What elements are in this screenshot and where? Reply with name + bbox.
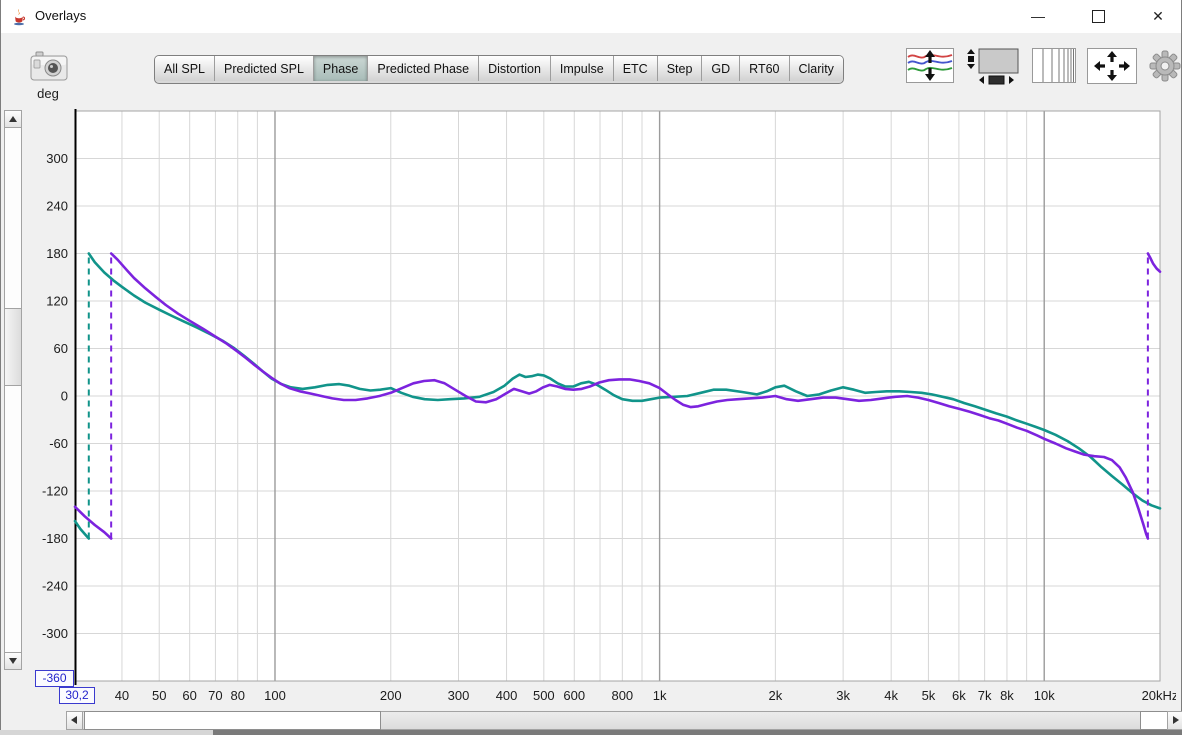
scroll-left-button[interactable] [66,711,83,730]
y-tick-label: 240 [46,199,68,214]
x-axis-min-limit[interactable]: 30,2 [59,687,95,704]
y-tick-label: 0 [61,389,68,404]
y-tick-label: -240 [42,579,68,594]
y-tick-label: 60 [54,341,68,356]
phase-plot[interactable]: 300240180120600-60-120-180-240-300405060… [26,100,1176,710]
y-tick-label: 120 [46,294,68,309]
title-bar: Overlays — ✕ [1,0,1181,33]
vertical-scrollbar-thumb[interactable] [4,308,22,386]
horizontal-scrollbar-thumb[interactable] [84,711,381,730]
tab-rt60[interactable]: RT60 [739,56,788,81]
x-tick-label: 80 [230,688,244,703]
down-arrow-icon [9,658,17,664]
vertical-scrollbar[interactable] [4,110,22,670]
window-bottom-edge [0,730,213,735]
window-title: Overlays [35,8,86,23]
scroll-right-button[interactable] [1167,711,1182,730]
tab-etc[interactable]: ETC [613,56,657,81]
x-tick-label: 4k [884,688,898,703]
scroll-down-button[interactable] [4,652,22,670]
tab-gd[interactable]: GD [701,56,739,81]
x-tick-label: 50 [152,688,166,703]
traces-align-icon[interactable] [906,48,954,88]
maximize-button[interactable] [1075,0,1121,32]
java-app-icon [10,8,28,26]
y-axis-unit-label: deg [30,86,66,101]
x-tick-label: 20kHz [1142,688,1176,703]
y-tick-label: -180 [42,531,68,546]
scroll-up-button[interactable] [4,110,22,128]
horizontal-scrollbar[interactable] [66,711,1182,730]
graph-controls [896,46,1182,90]
x-tick-label: 600 [563,688,585,703]
x-tick-label: 8k [1000,688,1014,703]
capture-graph-button[interactable] [28,50,70,84]
tab-phase[interactable]: Phase [313,56,367,81]
y-tick-label: -120 [42,484,68,499]
x-tick-label: 200 [380,688,402,703]
x-tick-label: 7k [978,688,992,703]
x-tick-label: 10k [1034,688,1055,703]
tab-predicted-phase[interactable]: Predicted Phase [367,56,478,81]
left-arrow-icon [71,716,77,724]
fit-to-data-icon[interactable] [1087,48,1137,89]
y-tick-label: -300 [42,626,68,641]
x-tick-label: 100 [264,688,286,703]
tab-step[interactable]: Step [657,56,702,81]
y-tick-label: 300 [46,151,68,166]
maximize-icon [1092,10,1105,23]
y-tick-label: 180 [46,246,68,261]
x-tick-label: 3k [836,688,850,703]
tab-all-spl[interactable]: All SPL [155,56,214,81]
tab-predicted-spl[interactable]: Predicted SPL [214,56,313,81]
x-tick-label: 2k [769,688,783,703]
tab-clarity[interactable]: Clarity [789,56,843,81]
settings-gear-icon[interactable] [1148,49,1182,88]
window-bottom-edge-shadow [213,730,1182,735]
view-tabs: All SPLPredicted SPLPhasePredicted Phase… [154,55,844,84]
tab-distortion[interactable]: Distortion [478,56,550,81]
x-tick-label: 300 [448,688,470,703]
horizontal-scrollbar-end-segment[interactable] [1140,711,1168,730]
x-tick-label: 70 [208,688,222,703]
x-tick-label: 40 [115,688,129,703]
right-arrow-icon [1173,716,1179,724]
y-tick-label: -60 [49,436,68,451]
frequency-grid-icon[interactable] [1032,48,1076,88]
close-button[interactable]: ✕ [1135,0,1181,32]
up-arrow-icon [9,116,17,122]
x-tick-label: 500 [533,688,555,703]
x-tick-label: 5k [922,688,936,703]
x-tick-label: 800 [611,688,633,703]
minimize-button[interactable]: — [1015,0,1061,32]
overlays-window: Overlays — ✕ All SPLPredicted SPLPhasePr… [0,0,1182,735]
x-tick-label: 6k [952,688,966,703]
x-tick-label: 400 [496,688,518,703]
x-tick-label: 1k [653,688,667,703]
pan-zoom-icon[interactable] [965,46,1021,91]
y-axis-min-limit[interactable]: -360 [35,670,74,687]
tab-impulse[interactable]: Impulse [550,56,613,81]
x-tick-label: 60 [182,688,196,703]
